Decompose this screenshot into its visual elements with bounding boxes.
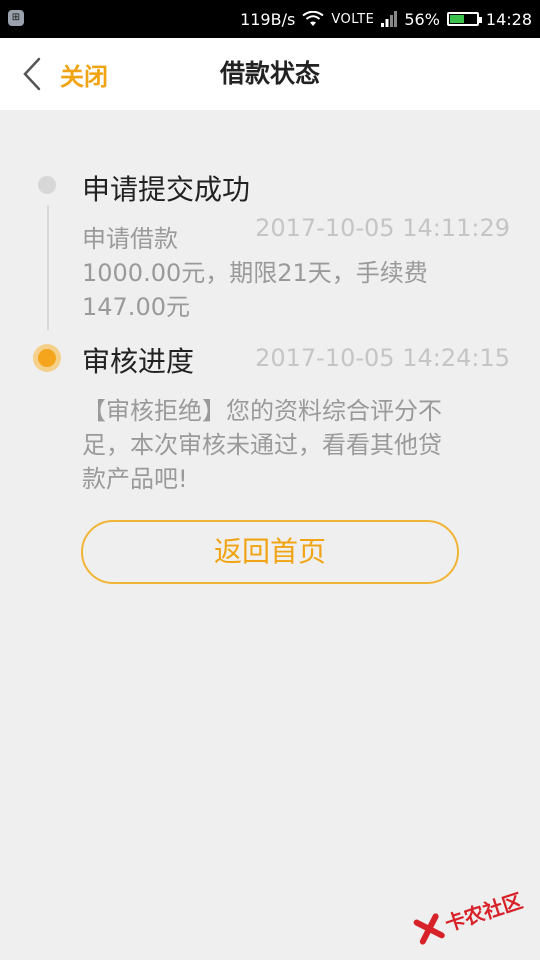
desc-line: 【审核拒绝】您的资料综合评分不 bbox=[82, 397, 442, 425]
timeline-connector bbox=[47, 205, 49, 330]
step-done-indicator bbox=[38, 176, 56, 194]
step-description: 【审核拒绝】您的资料综合评分不 足，本次审核未通过，看看其他贷 款产品吧! bbox=[82, 394, 442, 496]
clock: 14:28 bbox=[485, 9, 532, 29]
battery-percent: 56% bbox=[404, 9, 440, 29]
battery-icon bbox=[446, 12, 482, 26]
watermark-text: 卡农社区 bbox=[441, 888, 526, 937]
close-button[interactable]: 关闭 bbox=[22, 38, 108, 110]
volte-label: VOLTE bbox=[331, 11, 375, 27]
step-current-indicator bbox=[33, 344, 61, 372]
chevron-left-icon bbox=[23, 57, 41, 91]
close-label: 关闭 bbox=[60, 62, 108, 91]
desc-line: 款产品吧! bbox=[82, 465, 188, 493]
return-home-button[interactable]: 返回首页 bbox=[81, 520, 459, 584]
desc-line: 足，本次审核未通过，看看其他贷 bbox=[82, 431, 442, 459]
step-title: 申请提交成功 bbox=[82, 173, 251, 206]
app-header: 借款状态 关闭 bbox=[0, 38, 540, 110]
signal-icon bbox=[381, 11, 398, 27]
step-current-dot bbox=[38, 349, 56, 367]
desc-line: 申请借款 bbox=[82, 225, 178, 253]
logo-icon bbox=[413, 912, 445, 945]
step-description: 申请借款 1000.00元，期限21天，手续费 147.00元 bbox=[82, 222, 428, 324]
app-notification-icon: ⊞ bbox=[8, 10, 24, 26]
desc-line: 1000.00元，期限21天，手续费 bbox=[82, 259, 428, 287]
net-speed: 119B/s bbox=[240, 9, 296, 29]
status-indicators: 119B/s VOLTE 56% 14:28 bbox=[240, 0, 532, 38]
step-title: 审核进度 bbox=[82, 345, 195, 378]
wifi-icon bbox=[302, 11, 324, 26]
status-bar: ⊞ 119B/s VOLTE 56% 14:28 bbox=[0, 0, 540, 38]
watermark: 卡农社区 bbox=[412, 885, 526, 947]
battery-level bbox=[449, 15, 465, 23]
step-time: 2017-10-05 14:24:15 bbox=[255, 344, 510, 372]
desc-line: 147.00元 bbox=[82, 293, 190, 321]
